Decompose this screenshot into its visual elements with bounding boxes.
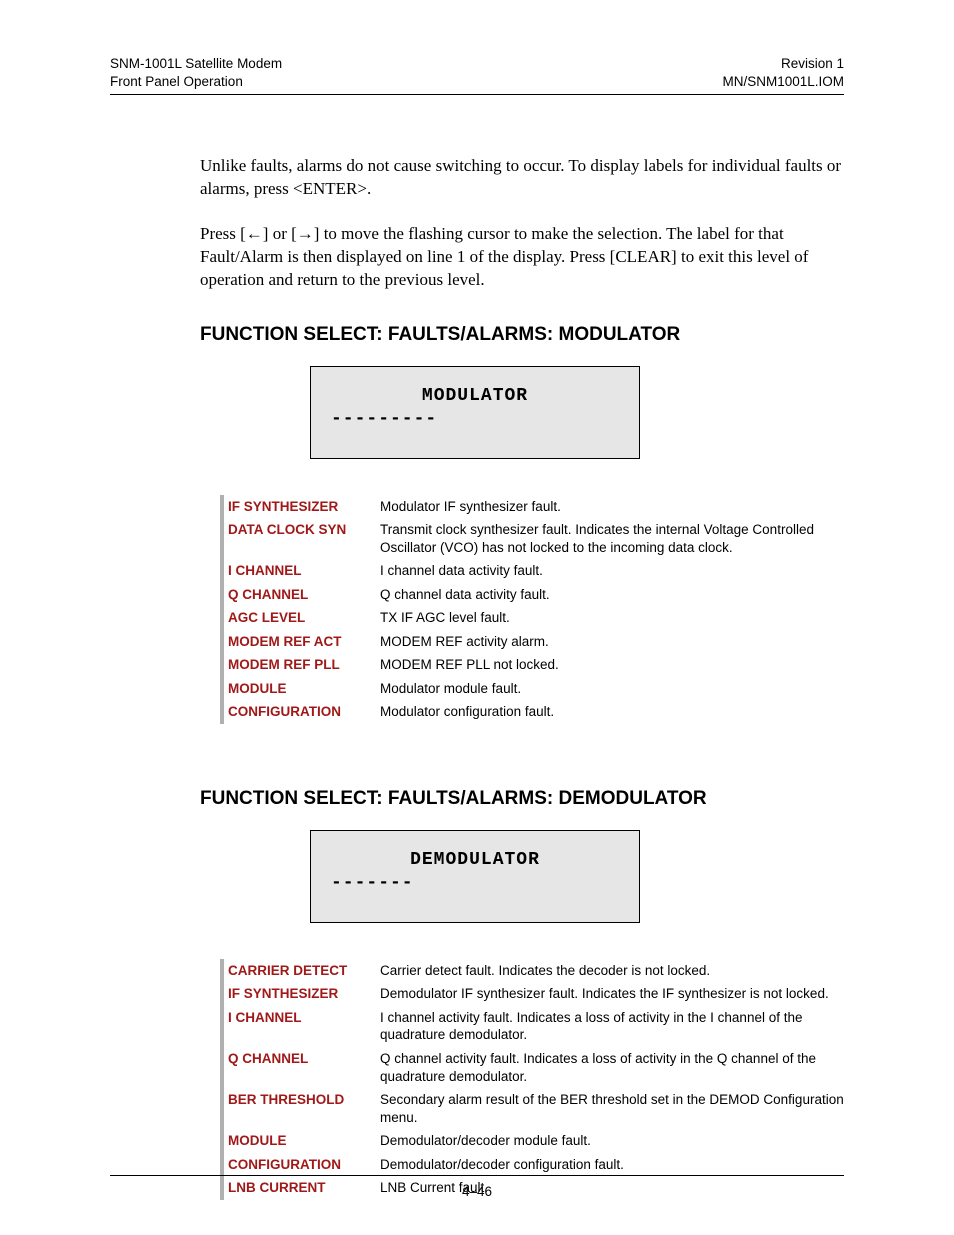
lcd-display: MODULATOR--------- [310,366,640,459]
page-header: SNM-1001L Satellite Modem Front Panel Op… [110,55,844,90]
fault-name: I CHANNEL [228,559,376,583]
fault-description: Demodulator/decoder module fault. [376,1129,846,1153]
intro-paragraph-1: Unlike faults, alarms do not cause switc… [200,155,844,201]
header-right-line1: Revision 1 [722,55,844,73]
fault-description: Demodulator/decoder configuration fault. [376,1153,846,1177]
header-right-line2: MN/SNM1001L.IOM [722,73,844,91]
table-left-bar [220,495,224,724]
fault-description: Carrier detect fault. Indicates the deco… [376,959,846,983]
fault-name: CONFIGURATION [228,700,376,724]
fault-name: IF SYNTHESIZER [228,495,376,519]
fault-description: I channel activity fault. Indicates a lo… [376,1006,846,1047]
fault-name: MODULE [228,677,376,701]
fault-description: Modulator module fault. [376,677,846,701]
fault-grid: IF SYNTHESIZERModulator IF synthesizer f… [220,495,850,724]
header-divider [110,94,844,95]
header-left: SNM-1001L Satellite Modem Front Panel Op… [110,55,282,90]
fault-name: CARRIER DETECT [228,959,376,983]
lcd-line-2: --------- [321,408,629,431]
fault-description: Modulator configuration fault. [376,700,846,724]
fault-name: CONFIGURATION [228,1153,376,1177]
section-heading: FUNCTION SELECT: FAULTS/ALARMS: DEMODULA… [200,788,844,810]
fault-name: BER THRESHOLD [228,1088,376,1129]
lcd-line-1: DEMODULATOR [321,849,629,872]
page-footer: 4–46 [110,1175,844,1199]
fault-description: Q channel activity fault. Indicates a lo… [376,1047,846,1088]
fault-name: I CHANNEL [228,1006,376,1047]
fault-description: TX IF AGC level fault. [376,606,846,630]
fault-table: CARRIER DETECTCarrier detect fault. Indi… [220,959,850,1200]
fault-table: IF SYNTHESIZERModulator IF synthesizer f… [220,495,850,724]
intro-text: Unlike faults, alarms do not cause switc… [200,155,844,292]
header-right: Revision 1 MN/SNM1001L.IOM [722,55,844,90]
section-heading: FUNCTION SELECT: FAULTS/ALARMS: MODULATO… [200,324,844,346]
fault-grid: CARRIER DETECTCarrier detect fault. Indi… [220,959,850,1200]
fault-name: MODEM REF ACT [228,630,376,654]
fault-name: Q CHANNEL [228,1047,376,1088]
intro-paragraph-2: Press [←] or [→] to move the flashing cu… [200,223,844,292]
lcd-line-1: MODULATOR [321,385,629,408]
fault-name: AGC LEVEL [228,606,376,630]
fault-description: Transmit clock synthesizer fault. Indica… [376,518,846,559]
lcd-line-2: ------- [321,872,629,895]
fault-description: Secondary alarm result of the BER thresh… [376,1088,846,1129]
fault-description: Modulator IF synthesizer fault. [376,495,846,519]
fault-name: DATA CLOCK SYN [228,518,376,559]
header-left-line1: SNM-1001L Satellite Modem [110,55,282,73]
fault-description: I channel data activity fault. [376,559,846,583]
fault-name: MODEM REF PLL [228,653,376,677]
fault-name: MODULE [228,1129,376,1153]
page-number: 4–46 [110,1176,844,1199]
fault-description: MODEM REF activity alarm. [376,630,846,654]
fault-description: MODEM REF PLL not locked. [376,653,846,677]
fault-name: IF SYNTHESIZER [228,982,376,1006]
table-left-bar [220,959,224,1200]
fault-name: Q CHANNEL [228,583,376,607]
page: SNM-1001L Satellite Modem Front Panel Op… [0,0,954,1235]
fault-description: Demodulator IF synthesizer fault. Indica… [376,982,846,1006]
header-left-line2: Front Panel Operation [110,73,282,91]
lcd-display: DEMODULATOR------- [310,830,640,923]
fault-description: Q channel data activity fault. [376,583,846,607]
